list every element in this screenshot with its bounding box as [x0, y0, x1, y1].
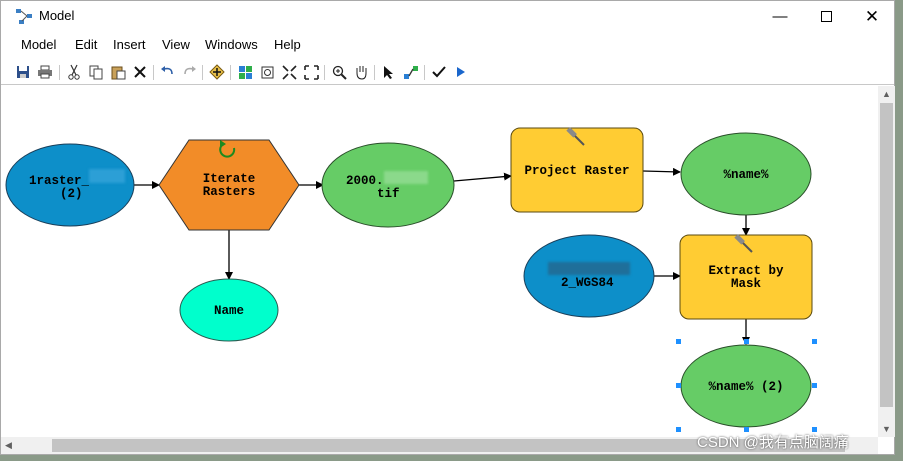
input-raster-node[interactable]: 1raster_ (2) — [5, 143, 135, 227]
close-icon: ✕ — [864, 6, 880, 26]
maximize-button[interactable] — [803, 1, 849, 32]
connector-project-to-name1[interactable] — [642, 167, 681, 176]
minimize-button[interactable]: — — [757, 1, 803, 32]
modelbuilder-app-icon — [16, 9, 32, 24]
menu-help[interactable]: Help — [274, 37, 301, 52]
cut-icon[interactable] — [65, 63, 83, 81]
iter-output-label-line2: tif — [377, 187, 400, 201]
window-title: Model — [39, 8, 75, 23]
vertical-scrollbar[interactable]: ▲ ▼ — [878, 86, 895, 437]
vertical-scroll-thumb[interactable] — [880, 103, 893, 407]
auto-layout-icon[interactable] — [236, 63, 254, 81]
zoom-out-fixed-icon[interactable] — [302, 63, 320, 81]
iterate-rasters-node[interactable]: Iterate Rasters — [158, 139, 300, 231]
menu-windows[interactable]: Windows — [205, 37, 258, 52]
connect-icon[interactable] — [402, 63, 420, 81]
print-icon[interactable] — [36, 63, 54, 81]
zoom-in-icon[interactable] — [330, 63, 348, 81]
name-output2-label: %name% (2) — [708, 380, 783, 394]
name-output1-label: %name% — [723, 168, 769, 182]
name-output1-node[interactable]: %name% — [680, 132, 812, 216]
title-bar[interactable]: Model — ✕ — [1, 1, 894, 32]
select-icon[interactable] — [380, 63, 398, 81]
name-variable-label: Name — [214, 304, 244, 318]
minimize-icon: — — [772, 8, 788, 25]
input-raster-label-line1: 1raster_ — [29, 174, 90, 188]
iterator-label-line2: Rasters — [203, 185, 256, 199]
menu-bar: Model Edit Insert View Windows Help — [1, 34, 894, 56]
name-variable-node[interactable]: Name — [179, 278, 279, 342]
run-icon[interactable] — [452, 63, 470, 81]
add-data-icon[interactable] — [208, 63, 226, 81]
project-raster-label: Project Raster — [524, 164, 629, 178]
connector-output-to-project[interactable] — [453, 172, 512, 182]
iterator-label-line1: Iterate — [203, 172, 256, 186]
name-output2-node[interactable]: %name% (2) — [676, 339, 817, 432]
scroll-left-icon[interactable]: ◀ — [5, 440, 12, 451]
extract-label-line1: Extract by — [708, 264, 784, 278]
iter-output-label-line1: 2000. — [346, 174, 384, 188]
menu-insert[interactable]: Insert — [113, 37, 146, 52]
full-extent-icon[interactable] — [258, 63, 276, 81]
input-raster-label-line2: (2) — [60, 187, 83, 201]
model-canvas[interactable]: 1raster_ (2) Iterate Rasters 2000. tif N… — [1, 86, 878, 437]
validate-icon[interactable] — [430, 63, 448, 81]
close-button[interactable]: ✕ — [849, 1, 895, 32]
mask-input-node[interactable]: 2_WGS84 — [523, 234, 655, 318]
copy-icon[interactable] — [87, 63, 105, 81]
mask-input-label-line2: 2_WGS84 — [561, 276, 614, 290]
scroll-up-icon[interactable]: ▲ — [882, 89, 891, 99]
save-icon[interactable] — [14, 63, 32, 81]
delete-icon[interactable] — [131, 63, 149, 81]
model-window: Model — ✕ Model Edit Insert View Windows… — [0, 0, 895, 455]
pan-icon[interactable] — [352, 63, 370, 81]
undo-icon[interactable] — [158, 63, 176, 81]
project-raster-tool-node[interactable]: Project Raster — [510, 127, 644, 213]
extract-label-line2: Mask — [731, 277, 762, 291]
menu-view[interactable]: View — [162, 37, 190, 52]
menu-edit[interactable]: Edit — [75, 37, 97, 52]
watermark-text: CSDN @我有点脑阔痛 — [697, 434, 849, 451]
scroll-down-icon[interactable]: ▼ — [882, 424, 891, 434]
toolbar — [1, 59, 894, 85]
menu-model[interactable]: Model — [21, 37, 56, 52]
maximize-icon — [820, 11, 832, 22]
extract-by-mask-tool-node[interactable]: Extract by Mask — [679, 234, 813, 320]
redo-icon[interactable] — [180, 63, 198, 81]
iterator-output-node[interactable]: 2000. tif — [321, 142, 455, 228]
zoom-in-fixed-icon[interactable] — [280, 63, 298, 81]
paste-icon[interactable] — [109, 63, 127, 81]
